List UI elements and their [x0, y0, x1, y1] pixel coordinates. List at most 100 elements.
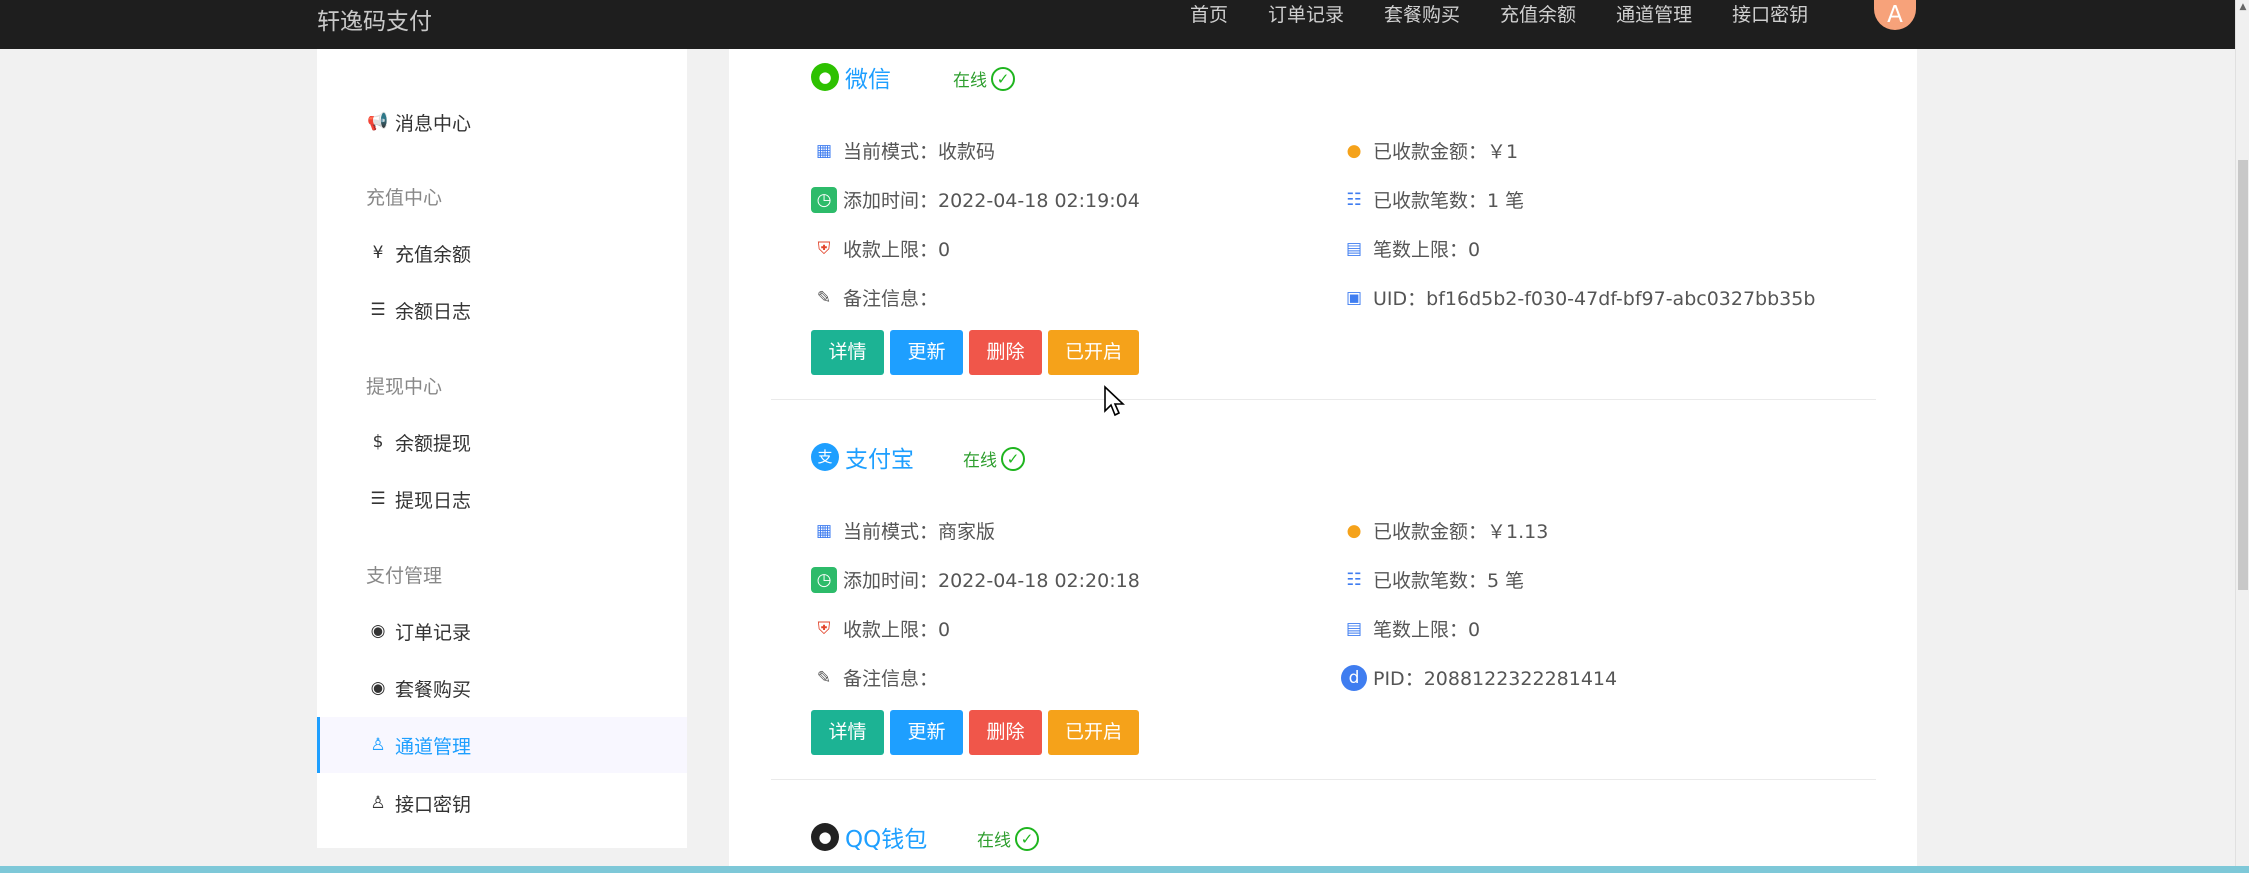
- sidebar-item-channel-manage[interactable]: ♙ 通道管理: [317, 717, 687, 773]
- count-limit-line: ▤ 笔数上限：0: [1341, 615, 1480, 642]
- channel-list: ● 微信 在线 ✓ ▦ 当前模式：收款码 ◷ 添加时间：2022-04-18 0…: [729, 49, 1917, 873]
- status-badge: 在线 ✓: [963, 446, 1025, 471]
- count-limit-text: 笔数上限：0: [1373, 619, 1481, 641]
- update-button[interactable]: 更新: [890, 710, 963, 755]
- pid-icon: d: [1341, 664, 1367, 691]
- mode-text: 当前模式：收款码: [843, 141, 996, 163]
- sidebar-item-recharge-balance[interactable]: ¥ 充值余额: [317, 225, 687, 281]
- action-buttons: 详情 更新 删除 已开启: [811, 330, 1145, 375]
- sidebar-item-label: 接口密钥: [395, 793, 472, 816]
- sidebar-item-label: 余额提现: [395, 432, 472, 455]
- database-icon: ☷: [1346, 569, 1362, 590]
- status-text: 在线: [963, 451, 997, 471]
- delete-button[interactable]: 删除: [969, 330, 1042, 375]
- user-circle-icon: ◉: [370, 678, 386, 698]
- mode-line: ▦ 当前模式：商家版: [811, 517, 995, 544]
- list-icon: ☰: [370, 300, 386, 320]
- uid-text: UID：bf16d5b2-f030-47df-bf97-abc0327bb35b: [1373, 288, 1816, 310]
- sidebar-item-label: 套餐购买: [395, 678, 472, 701]
- status-text: 在线: [953, 71, 987, 91]
- coin-icon: ●: [1346, 140, 1362, 161]
- alipay-icon: 支: [811, 443, 839, 471]
- mode-line: ▦ 当前模式：收款码: [811, 137, 995, 164]
- channel-title[interactable]: 支 支付宝: [811, 440, 914, 474]
- avatar[interactable]: A: [1874, 0, 1916, 30]
- megaphone-icon: 📢: [367, 112, 389, 132]
- sidebar: 📢 消息中心 充值中心 ¥ 充值余额 ☰ 余额日志 提现中心 $ 余额提现 ☰ …: [317, 49, 687, 848]
- sidebar-group-payment: 支付管理: [366, 565, 443, 587]
- amount-text: 已收款金额：￥1: [1373, 141, 1519, 163]
- note-text: 备注信息：: [843, 668, 939, 690]
- sidebar-item-label: 提现日志: [395, 489, 472, 512]
- sidebar-item-package-purchase[interactable]: ◉ 套餐购买: [317, 660, 687, 716]
- note-line: ✎ 备注信息：: [811, 284, 938, 311]
- amount-limit-line: ⛨ 收款上限：0: [811, 235, 950, 262]
- clock-icon: ◷: [811, 186, 837, 213]
- note-text: 备注信息：: [843, 288, 939, 310]
- taskbar-strip: [0, 866, 2249, 873]
- limit-shield-icon: ⛨: [817, 618, 831, 639]
- added-time-line: ◷ 添加时间：2022-04-18 02:19:04: [811, 186, 1140, 213]
- enabled-toggle-button[interactable]: 已开启: [1048, 330, 1139, 375]
- channel-name: 微信: [845, 67, 891, 93]
- sidebar-item-message-center[interactable]: 📢 消息中心: [317, 94, 687, 150]
- detail-button[interactable]: 详情: [811, 330, 884, 375]
- count-line: ☷ 已收款笔数：1 笔: [1341, 186, 1524, 213]
- sidebar-item-balance-log[interactable]: ☰ 余额日志: [317, 282, 687, 338]
- brand-title[interactable]: 轩逸码支付: [317, 2, 432, 36]
- check-circle-icon: ✓: [1001, 446, 1025, 471]
- count-text: 已收款笔数：5 笔: [1373, 570, 1525, 592]
- detail-button[interactable]: 详情: [811, 710, 884, 755]
- clock-icon: ◷: [811, 566, 837, 593]
- page-scrollbar[interactable]: ▲: [2235, 0, 2249, 873]
- added-time-text: 添加时间：2022-04-18 02:20:18: [843, 570, 1140, 592]
- dollar-icon: $: [372, 432, 384, 452]
- yen-icon: ¥: [372, 243, 384, 263]
- scroll-thumb[interactable]: [2238, 160, 2248, 590]
- mode-text: 当前模式：商家版: [843, 521, 996, 543]
- mode-icon: ▦: [815, 520, 833, 541]
- action-buttons: 详情 更新 删除 已开启: [811, 710, 1145, 755]
- edit-icon: ✎: [816, 667, 832, 688]
- qq-penguin-icon: ●: [811, 823, 839, 851]
- document-icon: ▤: [1345, 618, 1363, 639]
- sidebar-group-withdraw: 提现中心: [366, 376, 443, 398]
- cursor-arrow-icon: [1104, 385, 1125, 417]
- sidebar-item-order-records[interactable]: ◉ 订单记录: [317, 603, 687, 659]
- sidebar-item-balance-withdraw[interactable]: $ 余额提现: [317, 414, 687, 470]
- uid-line: ▣ UID：bf16d5b2-f030-47df-bf97-abc0327bb3…: [1341, 284, 1815, 311]
- note-line: ✎ 备注信息：: [811, 664, 938, 691]
- document-icon: ▤: [1345, 238, 1363, 259]
- sidebar-item-withdraw-log[interactable]: ☰ 提现日志: [317, 471, 687, 527]
- status-badge: 在线 ✓: [977, 826, 1039, 851]
- amount-limit-line: ⛨ 收款上限：0: [811, 615, 950, 642]
- channel-title[interactable]: ● 微信: [811, 60, 891, 94]
- channel-title[interactable]: ● QQ钱包: [811, 820, 927, 854]
- channel-card-wechat: ● 微信 在线 ✓ ▦ 当前模式：收款码 ◷ 添加时间：2022-04-18 0…: [771, 20, 1876, 400]
- update-button[interactable]: 更新: [890, 330, 963, 375]
- sidebar-group-recharge: 充值中心: [366, 187, 443, 209]
- pid-line: d PID：2088122322281414: [1341, 664, 1617, 691]
- channel-name: 支付宝: [845, 447, 914, 473]
- channel-card-alipay: 支 支付宝 在线 ✓ ▦ 当前模式：商家版 ◷ 添加时间：2022-04-18 …: [771, 400, 1876, 780]
- sidebar-item-api-key[interactable]: ♙ 接口密钥: [317, 775, 687, 831]
- status-text: 在线: [977, 831, 1011, 851]
- count-limit-line: ▤ 笔数上限：0: [1341, 235, 1480, 262]
- edit-icon: ✎: [816, 287, 832, 308]
- delete-button[interactable]: 删除: [969, 710, 1042, 755]
- database-icon: ☷: [1346, 189, 1362, 210]
- sidebar-item-label: 消息中心: [395, 112, 472, 135]
- pid-text: PID：2088122322281414: [1373, 668, 1618, 690]
- amount-line: ● 已收款金额：￥1.13: [1341, 517, 1549, 544]
- user-icon: ♙: [370, 735, 386, 755]
- wechat-icon: ●: [811, 63, 839, 91]
- channel-name: QQ钱包: [845, 827, 928, 853]
- sidebar-item-label: 余额日志: [395, 300, 472, 323]
- status-badge: 在线 ✓: [953, 66, 1015, 91]
- limit-shield-icon: ⛨: [817, 238, 831, 259]
- scroll-up-icon[interactable]: ▲: [2238, 2, 2248, 12]
- amount-line: ● 已收款金额：￥1: [1341, 137, 1519, 164]
- count-line: ☷ 已收款笔数：5 笔: [1341, 566, 1524, 593]
- enabled-toggle-button[interactable]: 已开启: [1048, 710, 1139, 755]
- sidebar-item-label: 通道管理: [395, 735, 472, 758]
